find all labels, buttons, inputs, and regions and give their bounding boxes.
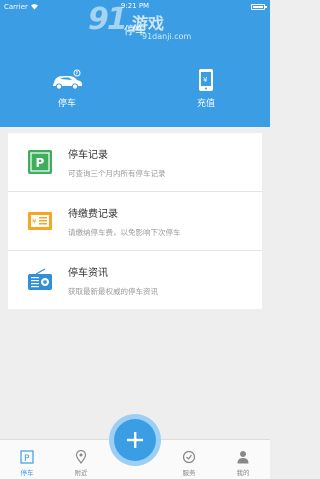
parking-news-title: 停车资讯 [68,268,108,279]
recharge-label: 充值 [196,99,215,109]
tab-service[interactable]: 服务 [162,440,216,479]
menu-card: P 停车记录 可查询三个月内所有停车记录 ¥ 待缴费记录 请缴纳停车费，以免影响… [8,133,262,309]
pending-payment-subtitle: 请缴纳停车费，以免影响下次停车 [68,228,181,237]
parking-records-subtitle: 可查询三个月内所有停车记录 [68,169,166,178]
svg-text:¥: ¥ [203,76,208,84]
parking-records-item[interactable]: P 停车记录 可查询三个月内所有停车记录 [8,133,262,191]
recharge-button[interactable]: ¥ 充值 [166,68,246,109]
svg-text:P: P [24,454,30,464]
park-button[interactable]: P 停车 [27,68,107,109]
plus-icon [127,432,143,448]
parking-news-subtitle: 获取最新最权威的停车资讯 [68,287,158,296]
tab-mine[interactable]: 我的 [216,440,270,479]
header-bar: Carrier 9:21 PM 91 游戏 91danji.com 停车 P 停… [0,0,270,127]
park-label: 停车 [57,99,76,109]
pending-payment-item[interactable]: ¥ 待缴费记录 请缴纳停车费，以免影响下次停车 [8,191,262,249]
battery-icon [251,4,267,10]
service-icon [182,450,196,464]
tab-parking[interactable]: P 停车 [0,440,54,479]
phone-yen-icon: ¥ [199,69,213,91]
parking-p-icon: P [28,150,52,174]
parking-records-title: 停车记录 [68,150,108,161]
tab-mine-label: 我的 [236,469,250,477]
tab-nearby[interactable]: 附近 [54,440,108,479]
person-icon [237,451,249,464]
tab-service-label: 服务 [182,469,196,477]
svg-text:P: P [36,156,45,170]
pending-payment-title: 待缴费记录 [68,209,118,220]
svg-text:P: P [76,71,79,76]
add-button[interactable] [114,419,156,461]
radio-icon [28,268,52,290]
page-title: 停车 [124,24,146,37]
tab-nearby-label: 附近 [74,469,88,477]
parking-news-item[interactable]: 停车资讯 获取最新最权威的停车资讯 [8,250,262,308]
bill-icon: ¥ [28,212,52,230]
parking-tab-icon: P [20,450,34,464]
tab-parking-label: 停车 [20,469,34,477]
car-icon: P [53,69,82,90]
location-pin-icon [75,450,87,464]
svg-text:¥: ¥ [32,218,37,226]
